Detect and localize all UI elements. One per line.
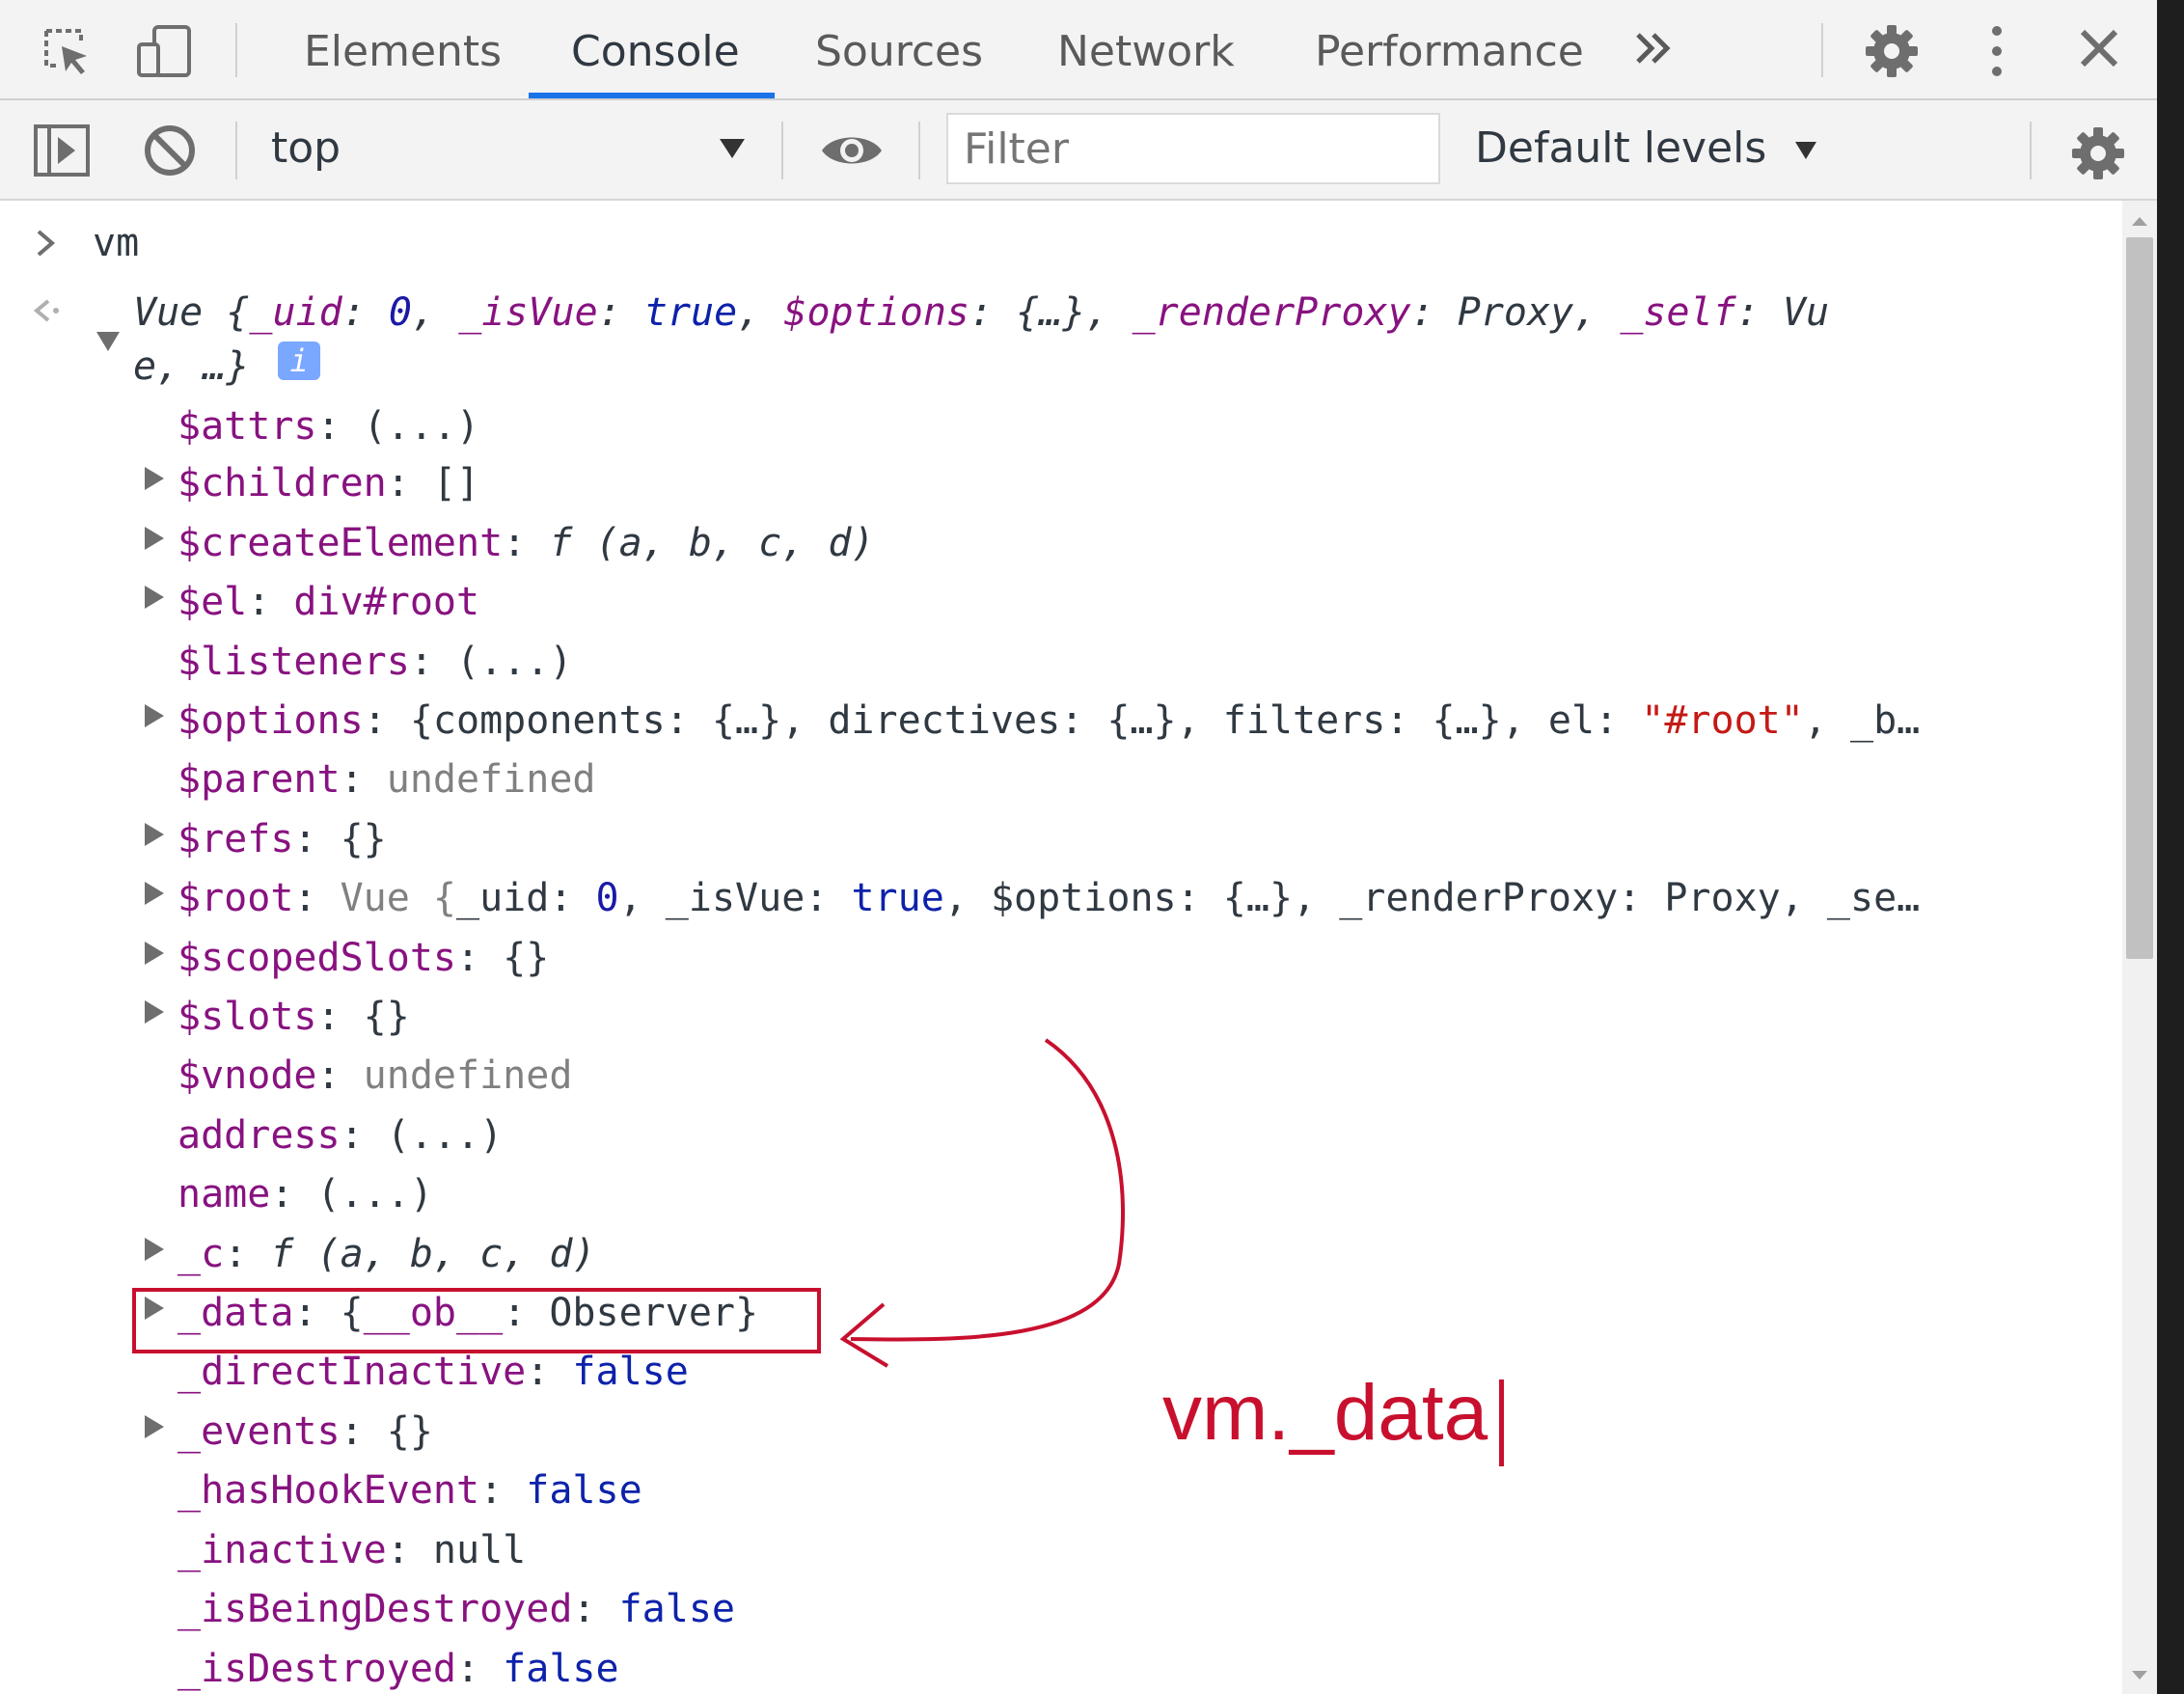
expand-arrow[interactable] (145, 586, 164, 609)
prop-row: name: (...) (177, 1172, 433, 1216)
input-prompt-icon (37, 230, 56, 257)
execution-context-selector[interactable]: top (271, 123, 341, 173)
tab-separator (235, 23, 237, 77)
console-output: vm Vue {_uid: 0, _isVue: true, $options:… (0, 201, 2122, 1694)
prop-row: _isBeingDestroyed: false (177, 1587, 735, 1631)
expand-arrow[interactable] (145, 467, 164, 490)
chevron-down-icon (1795, 142, 1817, 159)
toolbar-separator (781, 122, 783, 179)
expand-arrow[interactable] (145, 704, 164, 727)
tab-network[interactable]: Network (1057, 25, 1235, 79)
prop-row: $vnode: undefined (177, 1053, 573, 1098)
live-expression-eye-icon[interactable] (820, 131, 884, 170)
expand-arrow[interactable] (145, 882, 164, 905)
filter-placeholder: Filter (964, 124, 1069, 174)
prop-row[interactable]: $scopedSlots: {} (177, 931, 549, 985)
active-tab-indicator (529, 93, 775, 98)
window-edge (2157, 0, 2184, 1694)
scrollbar-thumb[interactable] (2126, 237, 2153, 959)
prop-row: _inactive: null (177, 1528, 527, 1572)
expand-arrow[interactable] (145, 1415, 164, 1438)
scroll-up-arrow[interactable] (2130, 214, 2149, 228)
tab-sources[interactable]: Sources (815, 25, 983, 79)
prop-row[interactable]: $root: Vue {_uid: 0, _isVue: true, $opti… (177, 871, 1920, 925)
expand-arrow[interactable] (145, 942, 164, 965)
inspect-element-icon[interactable] (42, 27, 93, 77)
prop-row[interactable]: $slots: {} (177, 990, 410, 1044)
object-summary-line-2: e, …} (133, 344, 250, 389)
expand-arrow[interactable] (145, 1000, 164, 1024)
prop-row[interactable]: _c: f (a, b, c, d) (177, 1227, 596, 1281)
text-caret (1499, 1380, 1504, 1466)
prop-row[interactable]: $el: div#root (177, 575, 479, 629)
device-toolbar-icon[interactable] (135, 23, 193, 79)
prop-row: $parent: undefined (177, 757, 596, 802)
toolbar-separator (918, 122, 920, 179)
expand-arrow[interactable] (145, 823, 164, 846)
filter-input[interactable]: Filter (946, 113, 1440, 184)
prop-row: $listeners: (...) (177, 640, 573, 684)
devtools-tab-bar: Elements Console Sources Network Perform… (0, 0, 2157, 100)
more-tabs-icon[interactable] (1632, 29, 1675, 68)
toolbar-separator (235, 122, 237, 179)
console-settings-gear-icon[interactable] (2070, 125, 2126, 181)
highlight-box-data (132, 1288, 821, 1353)
clear-console-icon[interactable] (143, 123, 197, 178)
tab-console[interactable]: Console (571, 25, 740, 79)
show-sidebar-icon[interactable] (33, 123, 91, 178)
tab-performance[interactable]: Performance (1315, 25, 1584, 79)
console-input-text: vm (93, 221, 140, 265)
scroll-down-arrow[interactable] (2130, 1669, 2149, 1682)
object-summary-line-1[interactable]: Vue {_uid: 0, _isVue: true, $options: {…… (133, 286, 1829, 340)
toolbar-separator (1821, 23, 1823, 77)
prop-row[interactable]: $options: {components: {…}, directives: … (177, 694, 1920, 748)
prop-row[interactable]: _events: {} (177, 1405, 433, 1459)
expand-arrow[interactable] (145, 1238, 164, 1261)
kebab-menu-icon[interactable] (1985, 23, 2008, 79)
prop-row: _hasHookEvent: false (177, 1468, 642, 1513)
log-levels-label: Default levels (1475, 123, 1767, 173)
context-dropdown-arrow[interactable] (718, 137, 747, 160)
annotation-arrow (839, 1038, 1125, 1368)
prop-row: $attrs: (...) (177, 404, 480, 449)
prop-row: _isDestroyed: false (177, 1647, 619, 1691)
annotation-text: vm._data (1162, 1369, 1488, 1457)
prop-row: address: (...) (177, 1113, 504, 1158)
close-icon[interactable] (2078, 27, 2120, 69)
prop-row[interactable]: $children: [] (177, 456, 479, 510)
toolbar-separator (2030, 122, 2032, 179)
settings-gear-icon[interactable] (1864, 23, 1920, 79)
expand-toggle[interactable] (96, 332, 120, 351)
result-arrow-icon (33, 299, 59, 322)
prop-row[interactable]: $createElement: f (a, b, c, d) (177, 516, 874, 570)
expand-arrow[interactable] (145, 527, 164, 550)
log-levels-dropdown[interactable]: Default levels (1475, 123, 1818, 173)
prop-row[interactable]: $refs: {} (177, 812, 387, 866)
info-badge-icon[interactable]: i (278, 342, 320, 380)
tab-elements[interactable]: Elements (304, 25, 502, 79)
